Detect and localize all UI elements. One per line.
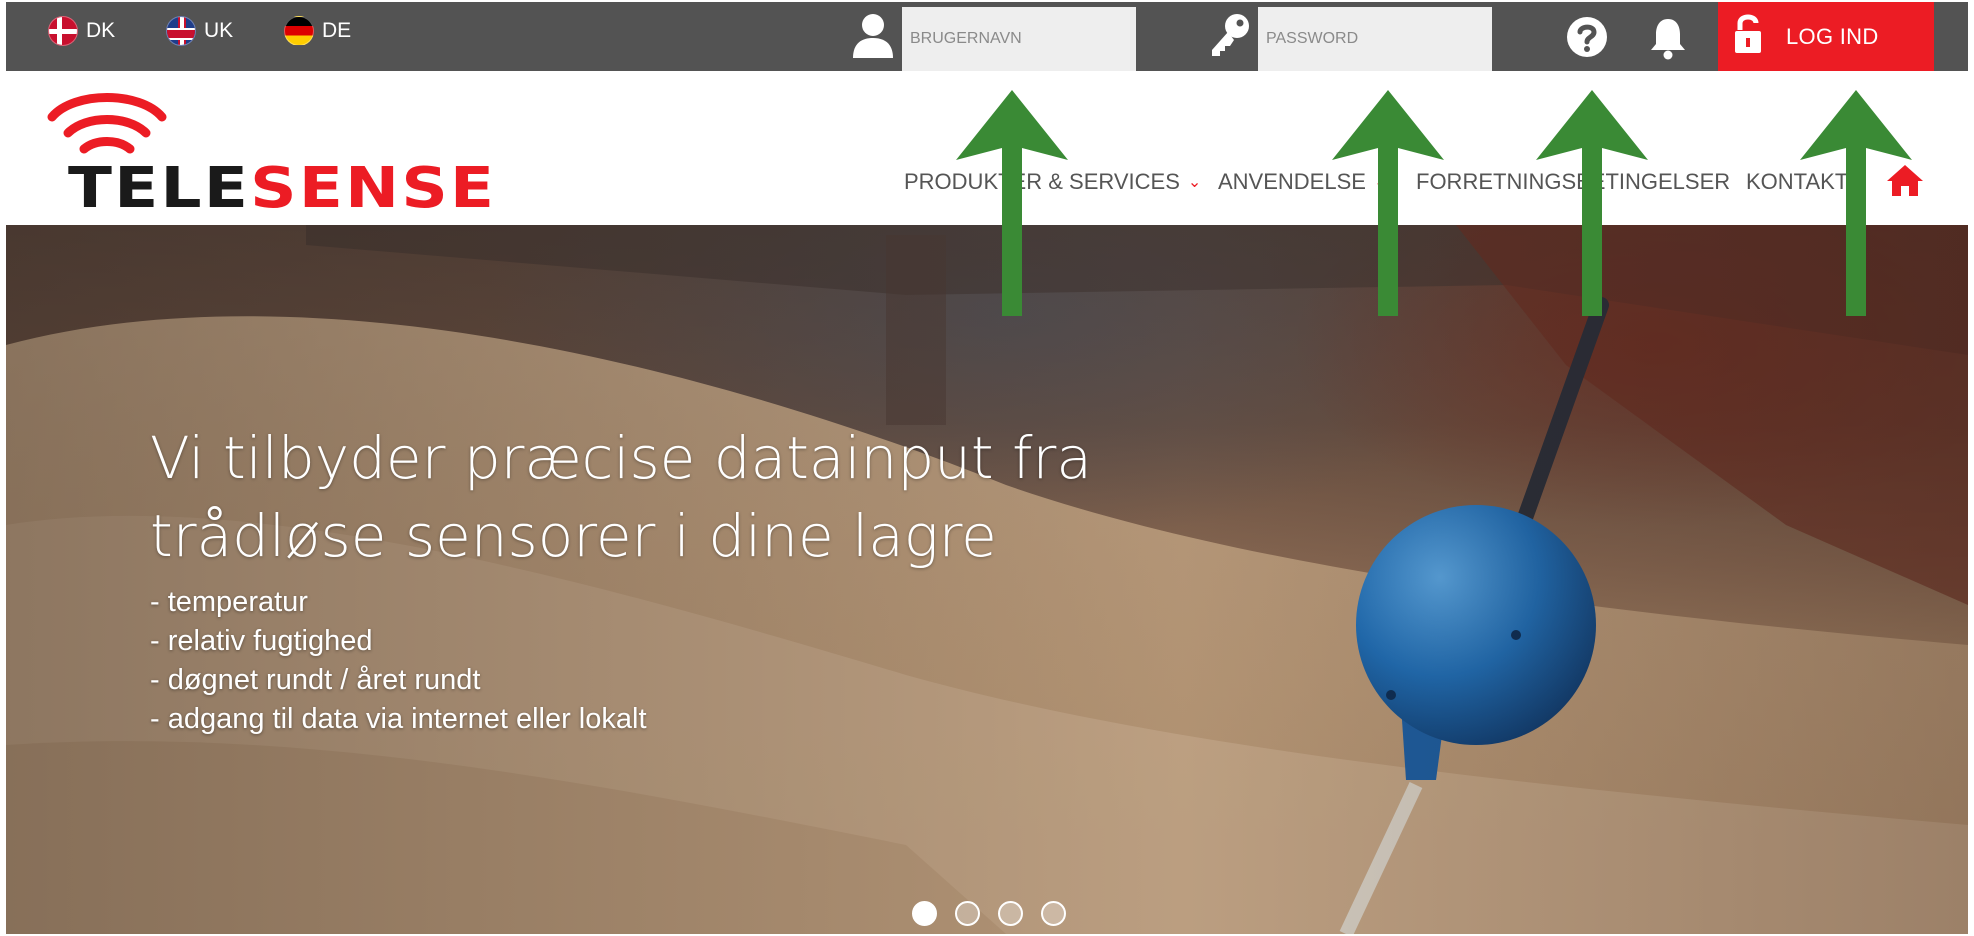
unlock-icon bbox=[1732, 12, 1772, 61]
chevron-down-icon: ⌄ bbox=[1187, 174, 1202, 191]
logo-tele: TELE bbox=[68, 156, 251, 221]
annotation-arrow-icon bbox=[1536, 90, 1648, 316]
language-dk-label: DK bbox=[86, 19, 116, 42]
password-input[interactable] bbox=[1258, 7, 1492, 71]
slide-dot-1[interactable] bbox=[912, 901, 937, 926]
hero-feature-list: - temperatur - relativ fugtighed - døgne… bbox=[150, 583, 647, 739]
login-button[interactable]: LOG IND bbox=[1718, 2, 1934, 71]
uk-flag-icon bbox=[166, 16, 196, 46]
annotation-arrow-icon bbox=[1800, 90, 1912, 316]
help-icon[interactable] bbox=[1566, 16, 1608, 63]
hero-headline: Vi tilbyder præcise datainput fra trådlø… bbox=[150, 419, 1092, 575]
login-label: LOG IND bbox=[1786, 23, 1879, 49]
slide-dot-3[interactable] bbox=[998, 901, 1023, 926]
hero-slider: Vi tilbyder præcise datainput fra trådlø… bbox=[6, 225, 1968, 934]
list-item: - adgang til data via internet eller lok… bbox=[150, 703, 647, 735]
language-dk[interactable]: DK bbox=[48, 16, 115, 46]
annotation-arrow-icon bbox=[956, 90, 1068, 316]
slide-dot-2[interactable] bbox=[955, 901, 980, 926]
list-item: - relativ fugtighed bbox=[150, 625, 373, 657]
slide-dot-4[interactable] bbox=[1041, 901, 1066, 926]
user-icon bbox=[852, 12, 894, 63]
list-item: - døgnet rundt / året rundt bbox=[150, 664, 481, 696]
language-de[interactable]: DE bbox=[284, 16, 351, 46]
page: DK UK DE BRUGERNAVN LOG IND TELESENSE PR… bbox=[6, 2, 1968, 934]
denmark-flag-icon bbox=[48, 16, 78, 46]
language-uk-label: UK bbox=[204, 19, 234, 42]
germany-flag-icon bbox=[284, 16, 314, 46]
wireless-signal-icon bbox=[47, 93, 167, 154]
language-uk[interactable]: UK bbox=[166, 16, 233, 46]
hero-headline-line1: Vi tilbyder præcise datainput fra bbox=[150, 424, 1092, 492]
username-input[interactable] bbox=[902, 7, 1136, 71]
top-bar: DK UK DE BRUGERNAVN LOG IND bbox=[6, 2, 1968, 71]
list-item: - temperatur bbox=[150, 586, 308, 618]
logo-sense: SENSE bbox=[250, 156, 497, 221]
bell-icon[interactable] bbox=[1648, 16, 1688, 65]
slider-pagination bbox=[912, 901, 1066, 926]
key-icon bbox=[1208, 12, 1252, 63]
annotation-arrow-icon bbox=[1332, 90, 1444, 316]
logo-wordmark: TELESENSE bbox=[68, 161, 496, 217]
language-de-label: DE bbox=[322, 19, 352, 42]
hero-headline-line2: trådløse sensorer i dine lagre bbox=[150, 502, 997, 570]
hero-overlay bbox=[6, 225, 1968, 934]
